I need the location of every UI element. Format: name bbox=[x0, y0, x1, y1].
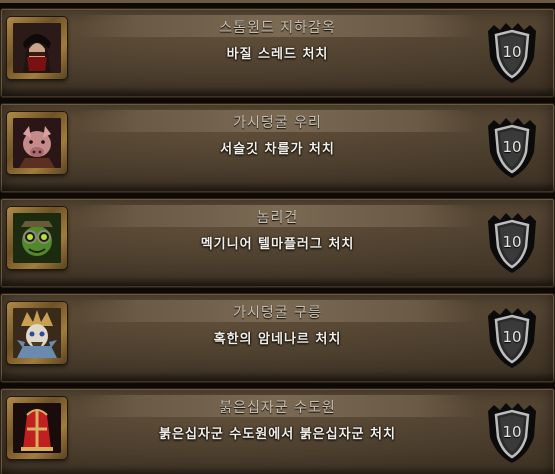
achievement-description: 서슬깃 차를가 처치 bbox=[220, 142, 335, 157]
points-value: 10 bbox=[502, 233, 522, 251]
points-shield: 10 bbox=[484, 21, 540, 85]
boar-woman-portrait-icon bbox=[13, 118, 61, 168]
achievement-icon-frame bbox=[7, 397, 67, 459]
achievement-title: 가시덩굴 우리 bbox=[233, 115, 322, 131]
achievement-icon-frame bbox=[7, 112, 67, 174]
achievement-list: 스톰윈드 지하감옥 바질 스레드 처치 10 가시덩굴 우리 서슬깃 차를가 처… bbox=[0, 0, 555, 474]
achievement-row[interactable]: 가시덩굴 우리 서슬깃 차를가 처치 10 bbox=[0, 103, 555, 193]
gnome-goggles-portrait-icon bbox=[13, 213, 61, 263]
achievement-title: 놈리건 bbox=[256, 210, 299, 226]
lich-portrait-icon bbox=[13, 308, 61, 358]
achievement-description: 멕기니어 텔마플러그 처치 bbox=[200, 237, 355, 252]
achievement-title: 붉은십자군 수도원 bbox=[219, 400, 336, 416]
points-shield: 10 bbox=[484, 116, 540, 180]
achievement-description: 혹한의 암네나르 처치 bbox=[213, 332, 342, 347]
points-value: 10 bbox=[502, 43, 522, 61]
points-shield: 10 bbox=[484, 211, 540, 275]
achievement-title: 스톰윈드 지하감옥 bbox=[219, 20, 336, 36]
achievement-row[interactable]: 놈리건 멕기니어 텔마플러그 처치 10 bbox=[0, 198, 555, 288]
achievement-icon-frame bbox=[7, 302, 67, 364]
masked-bandit-portrait-icon bbox=[13, 23, 61, 73]
points-value: 10 bbox=[502, 423, 522, 441]
achievement-description: 붉은십자군 수도원에서 붉은십자군 처치 bbox=[159, 427, 396, 442]
achievement-row[interactable]: 스톰윈드 지하감옥 바질 스레드 처치 10 bbox=[0, 8, 555, 98]
achievement-row[interactable]: 가시덩굴 구릉 혹한의 암네나르 처치 10 bbox=[0, 293, 555, 383]
achievement-title: 가시덩굴 구릉 bbox=[233, 305, 322, 321]
achievement-description: 바질 스레드 처치 bbox=[226, 47, 329, 62]
points-shield: 10 bbox=[484, 401, 540, 465]
list-top-border bbox=[0, 0, 555, 3]
crusader-mitre-portrait-icon bbox=[13, 403, 61, 453]
achievement-icon-frame bbox=[7, 207, 67, 269]
achievement-row[interactable]: 붉은십자군 수도원 붉은십자군 수도원에서 붉은십자군 처치 10 bbox=[0, 388, 555, 474]
achievement-icon-frame bbox=[7, 17, 67, 79]
points-shield: 10 bbox=[484, 306, 540, 370]
points-value: 10 bbox=[502, 138, 522, 156]
points-value: 10 bbox=[502, 328, 522, 346]
